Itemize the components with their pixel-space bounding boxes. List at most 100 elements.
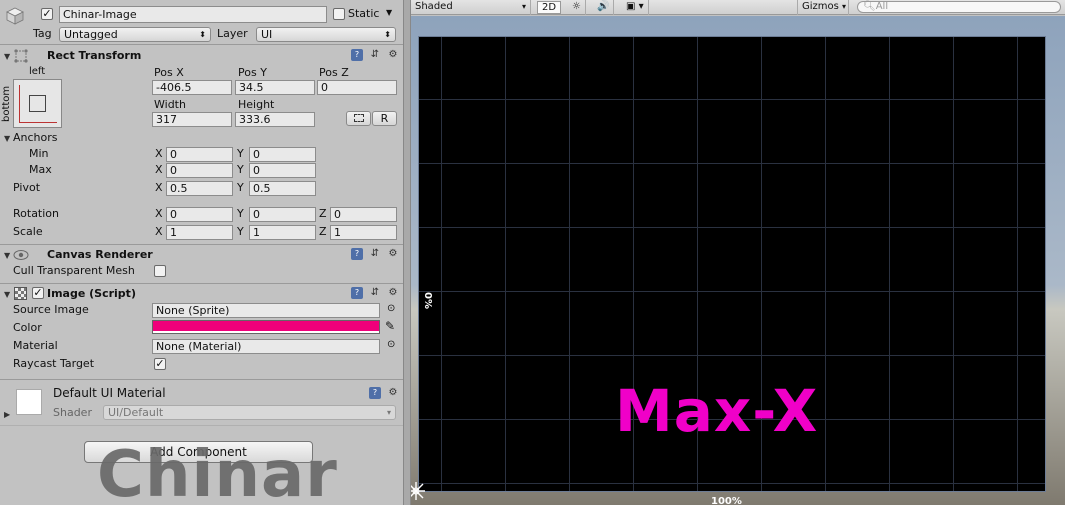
ui-canvas-rect: Max-X — [418, 36, 1046, 492]
gear-icon[interactable]: ⚙ — [387, 49, 399, 61]
help-book-icon[interactable]: ? — [369, 387, 381, 399]
expand-arrow-icon[interactable]: ▶ — [4, 410, 10, 419]
chevron-updown-icon: ⬍ — [384, 30, 391, 39]
scene-search-input[interactable]: 🔍︎All — [857, 1, 1061, 13]
height-field[interactable]: 333.6 — [235, 112, 315, 127]
shader-value: UI/Default — [108, 406, 164, 419]
2d-toggle-label: 2D — [542, 2, 557, 13]
preset-settings-icon[interactable]: ⇵ — [369, 248, 381, 260]
rect-transform-icon — [13, 48, 29, 64]
active-checkbox[interactable]: ✓ — [41, 8, 53, 20]
gear-icon[interactable]: ⚙ — [387, 287, 399, 299]
max-x-field[interactable]: 0 — [166, 163, 233, 178]
preset-settings-icon[interactable]: ⇵ — [369, 49, 381, 61]
gear-icon[interactable]: ⚙ — [387, 387, 399, 399]
lighting-toggle-icon[interactable]: ☼ — [568, 0, 586, 15]
search-icon: 🔍︎ — [863, 1, 876, 12]
image-enabled-checkbox[interactable]: ✓ — [32, 287, 44, 299]
scale-z-field[interactable]: 1 — [330, 225, 397, 240]
help-book-icon[interactable]: ? — [351, 248, 363, 260]
static-checkbox[interactable] — [333, 8, 345, 20]
anchor-percent-left: 0% — [422, 292, 433, 309]
material-preview-thumbnail — [16, 389, 42, 415]
scale-y-field[interactable]: 1 — [249, 225, 316, 240]
static-label: Static — [348, 7, 380, 20]
canvas-renderer-title: Canvas Renderer — [47, 248, 153, 261]
eyedropper-icon[interactable]: ✎ — [385, 319, 395, 333]
min-y-field[interactable]: 0 — [249, 147, 316, 162]
min-x-field[interactable]: 0 — [166, 147, 233, 162]
effects-dropdown-icon[interactable]: ▣ ▾ — [622, 0, 649, 15]
shader-dropdown[interactable]: UI/Default ▾ — [103, 405, 396, 420]
pivot-y-field[interactable]: 0.5 — [249, 181, 316, 196]
tag-dropdown[interactable]: Untagged ⬍ — [59, 27, 211, 42]
shading-mode-dropdown[interactable]: Shaded ▾ — [411, 0, 531, 15]
pos-z-field[interactable]: 0 — [317, 80, 397, 95]
pos-y-label: Pos Y — [238, 66, 267, 79]
eye-icon — [13, 248, 29, 262]
chevron-down-icon: ▾ — [842, 2, 847, 11]
pivot-label: Pivot — [13, 181, 41, 194]
max-x-overlay-text: Max-X — [615, 377, 819, 445]
min-label: Min — [29, 147, 49, 160]
width-field[interactable]: 317 — [152, 112, 232, 127]
help-book-icon[interactable]: ? — [351, 287, 363, 299]
pos-x-label: Pos X — [154, 66, 184, 79]
material-name: Default UI Material — [53, 386, 166, 400]
width-label: Width — [154, 98, 186, 111]
gizmos-dropdown[interactable]: Gizmos ▾ — [797, 0, 849, 15]
pivot-handle-icon[interactable] — [411, 480, 427, 502]
pos-y-field[interactable]: 34.5 — [235, 80, 315, 95]
color-label: Color — [13, 321, 42, 334]
static-dropdown-arrow[interactable]: ▼ — [386, 8, 392, 17]
y-axis-label: Y — [237, 181, 244, 194]
help-book-icon[interactable]: ? — [351, 49, 363, 61]
2d-toggle-button[interactable]: 2D — [537, 1, 562, 14]
object-picker-icon[interactable]: ⊙ — [387, 339, 395, 350]
rect-transform-title: Rect Transform — [47, 49, 142, 62]
anchor-percent-bottom: 100% — [711, 496, 742, 505]
anchor-left-label: left — [29, 66, 46, 77]
pivot-x-field[interactable]: 0.5 — [166, 181, 233, 196]
max-y-field[interactable]: 0 — [249, 163, 316, 178]
raycast-target-checkbox[interactable]: ✓ — [154, 358, 166, 370]
material-field[interactable]: None (Material) — [152, 339, 380, 354]
x-axis-label: X — [155, 163, 163, 176]
blueprint-mode-button[interactable] — [346, 111, 371, 126]
gizmos-label: Gizmos — [802, 1, 839, 12]
cull-transparent-mesh-checkbox[interactable] — [154, 265, 166, 277]
layer-value: UI — [261, 28, 273, 41]
x-axis-label: X — [155, 225, 163, 238]
shading-mode-value: Shaded — [415, 1, 453, 12]
source-image-field[interactable]: None (Sprite) — [152, 303, 380, 318]
fold-arrow-icon[interactable]: ▼ — [4, 290, 10, 299]
fold-arrow-icon[interactable]: ▼ — [4, 134, 10, 143]
fold-arrow-icon[interactable]: ▼ — [4, 251, 10, 260]
z-axis-label: Z — [319, 207, 327, 220]
raycast-target-label: Raycast Target — [13, 357, 95, 370]
scale-x-field[interactable]: 1 — [166, 225, 233, 240]
layer-dropdown[interactable]: UI ⬍ — [256, 27, 396, 42]
chevron-down-icon: ▾ — [521, 2, 526, 11]
cull-transparent-mesh-label: Cull Transparent Mesh — [13, 264, 135, 277]
color-swatch[interactable] — [152, 320, 380, 334]
object-picker-icon[interactable]: ⊙ — [387, 303, 395, 314]
rotation-y-field[interactable]: 0 — [249, 207, 316, 222]
preset-settings-icon[interactable]: ⇵ — [369, 287, 381, 299]
rotation-x-field[interactable]: 0 — [166, 207, 233, 222]
shader-label: Shader — [53, 406, 92, 419]
rotation-z-field[interactable]: 0 — [330, 207, 397, 222]
anchor-preset-button[interactable] — [13, 79, 62, 128]
audio-toggle-icon[interactable]: 🔊 — [593, 0, 615, 15]
chevron-down-icon: ▾ — [386, 408, 391, 417]
fold-arrow-icon[interactable]: ▼ — [4, 52, 10, 61]
object-name-field[interactable]: Chinar-Image — [59, 6, 327, 23]
material-label: Material — [13, 339, 58, 352]
tag-label: Tag — [33, 27, 52, 40]
gear-icon[interactable]: ⚙ — [387, 248, 399, 260]
z-axis-label: Z — [319, 225, 327, 238]
raw-edit-button[interactable]: R — [372, 111, 397, 126]
pos-x-field[interactable]: -406.5 — [152, 80, 232, 95]
scene-view[interactable]: Max-X 0% 100% — [411, 16, 1065, 505]
pane-divider[interactable] — [403, 0, 411, 505]
